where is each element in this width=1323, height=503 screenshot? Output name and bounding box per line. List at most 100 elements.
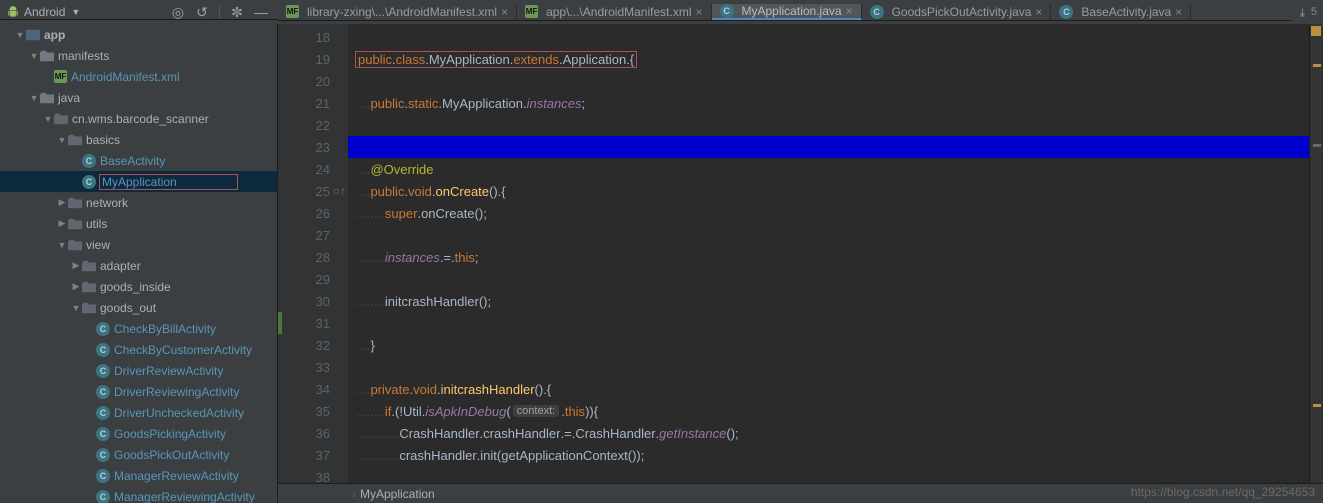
- line-number[interactable]: 35: [278, 400, 348, 422]
- breadcrumb-item[interactable]: MyApplication: [360, 487, 435, 501]
- code-line[interactable]: [348, 136, 1309, 158]
- code-line[interactable]: [348, 312, 1309, 334]
- tree-expand-icon[interactable]: ▶: [70, 281, 82, 292]
- tree-item[interactable]: CDriverUncheckedActivity: [0, 402, 277, 423]
- tree-expand-icon[interactable]: ▶: [70, 260, 82, 271]
- code-line[interactable]: ........instances.=.this;: [348, 246, 1309, 268]
- line-number[interactable]: 21: [278, 92, 348, 114]
- line-number[interactable]: 28: [278, 246, 348, 268]
- line-number[interactable]: 37: [278, 444, 348, 466]
- code-line[interactable]: [348, 466, 1309, 483]
- tree-item[interactable]: MFAndroidManifest.xml: [0, 66, 277, 87]
- editor-tab[interactable]: MFapp\...\AndroidManifest.xml×: [517, 4, 711, 20]
- editor-tab[interactable]: MFlibrary-zxing\...\AndroidManifest.xml×: [278, 4, 517, 20]
- warning-mark[interactable]: [1313, 64, 1321, 67]
- tree-item[interactable]: CBaseActivity: [0, 150, 277, 171]
- warning-mark[interactable]: [1313, 404, 1321, 407]
- line-number[interactable]: 26: [278, 202, 348, 224]
- tree-item[interactable]: ▼goods_out: [0, 297, 277, 318]
- collapse-icon[interactable]: —: [254, 5, 268, 19]
- tree-item[interactable]: CDriverReviewActivity: [0, 360, 277, 381]
- tree-expand-icon[interactable]: ▼: [28, 93, 40, 103]
- tree-item[interactable]: CManagerReviewingActivity: [0, 486, 277, 503]
- tree-expand-icon[interactable]: ▼: [70, 303, 82, 313]
- gear-icon[interactable]: ✼: [230, 5, 244, 19]
- tree-item[interactable]: ▼app: [0, 24, 277, 45]
- tree-item[interactable]: CGoodsPickingActivity: [0, 423, 277, 444]
- more-tabs-indicator[interactable]: ⇥ 5: [1292, 6, 1323, 19]
- code-line[interactable]: [348, 356, 1309, 378]
- tree-item[interactable]: CCheckByBillActivity: [0, 318, 277, 339]
- target-icon[interactable]: ◎: [171, 5, 185, 19]
- tree-item[interactable]: CGoodsPickOutActivity: [0, 444, 277, 465]
- code-line[interactable]: [348, 224, 1309, 246]
- tree-item[interactable]: ▶utils: [0, 213, 277, 234]
- code-line[interactable]: ............CrashHandler.crashHandler.=.…: [348, 422, 1309, 444]
- tree-item[interactable]: ▼cn.wms.barcode_scanner: [0, 108, 277, 129]
- tree-expand-icon[interactable]: ▶: [56, 197, 68, 208]
- line-number[interactable]: 29: [278, 268, 348, 290]
- line-number[interactable]: 20: [278, 70, 348, 92]
- line-number[interactable]: 32: [278, 334, 348, 356]
- code-line[interactable]: [348, 114, 1309, 136]
- close-tab-icon[interactable]: ×: [1175, 5, 1182, 19]
- line-number[interactable]: 34: [278, 378, 348, 400]
- line-number[interactable]: 23: [278, 136, 348, 158]
- tree-item[interactable]: CMyApplication: [0, 171, 277, 192]
- tree-item[interactable]: ▶goods_inside: [0, 276, 277, 297]
- tree-item[interactable]: CCheckByCustomerActivity: [0, 339, 277, 360]
- code-area[interactable]: public.class.MyApplication.extends.Appli…: [348, 24, 1309, 483]
- line-number[interactable]: 24: [278, 158, 348, 180]
- code-line[interactable]: ....}: [348, 334, 1309, 356]
- tree-item[interactable]: ▶network: [0, 192, 277, 213]
- tree-expand-icon[interactable]: ▼: [28, 51, 40, 61]
- tree-expand-icon[interactable]: ▼: [42, 114, 54, 124]
- line-number[interactable]: 30: [278, 290, 348, 312]
- tool-window-header[interactable]: Android ▼ ◎ ↺ ✼ —: [0, 5, 278, 20]
- code-editor[interactable]: 1819202122232425○↑2627282930313233343536…: [278, 24, 1323, 503]
- close-tab-icon[interactable]: ×: [501, 5, 508, 19]
- code-line[interactable]: ....@Override: [348, 158, 1309, 180]
- code-line[interactable]: ....public.static.MyApplication.instance…: [348, 92, 1309, 114]
- tree-item[interactable]: ▶adapter: [0, 255, 277, 276]
- close-tab-icon[interactable]: ×: [846, 4, 853, 18]
- tree-item[interactable]: ▼manifests: [0, 45, 277, 66]
- analysis-status-icon[interactable]: [1311, 26, 1321, 36]
- code-line[interactable]: [348, 70, 1309, 92]
- tree-expand-icon[interactable]: ▼: [56, 240, 68, 250]
- code-line[interactable]: ............crashHandler.init(getApplica…: [348, 444, 1309, 466]
- close-tab-icon[interactable]: ×: [1035, 5, 1042, 19]
- code-line[interactable]: ........if.(!Util.isApkInDebug(context:.…: [348, 400, 1309, 422]
- editor-tab[interactable]: CBaseActivity.java×: [1051, 4, 1191, 20]
- tree-item[interactable]: CDriverReviewingActivity: [0, 381, 277, 402]
- line-number[interactable]: 25○↑: [278, 180, 348, 202]
- code-line[interactable]: ....public.void.onCreate().{: [348, 180, 1309, 202]
- editor-tab[interactable]: CGoodsPickOutActivity.java×: [862, 4, 1052, 20]
- error-stripe[interactable]: [1309, 24, 1323, 483]
- line-number[interactable]: 19: [278, 48, 348, 70]
- line-number[interactable]: 27: [278, 224, 348, 246]
- code-line[interactable]: [348, 268, 1309, 290]
- line-number[interactable]: 36: [278, 422, 348, 444]
- code-line[interactable]: ........initcrashHandler();: [348, 290, 1309, 312]
- tree-expand-icon[interactable]: ▶: [56, 218, 68, 229]
- code-line[interactable]: ........super.onCreate();: [348, 202, 1309, 224]
- line-number[interactable]: 33: [278, 356, 348, 378]
- line-number[interactable]: 22: [278, 114, 348, 136]
- tree-expand-icon[interactable]: ▼: [14, 30, 26, 40]
- code-line[interactable]: [348, 26, 1309, 48]
- line-number[interactable]: 18: [278, 26, 348, 48]
- refresh-icon[interactable]: ↺: [195, 5, 209, 19]
- line-number[interactable]: 38: [278, 466, 348, 483]
- code-line[interactable]: ....private.void.initcrashHandler().{: [348, 378, 1309, 400]
- code-line[interactable]: public.class.MyApplication.extends.Appli…: [348, 48, 1309, 70]
- tree-expand-icon[interactable]: ▼: [56, 135, 68, 145]
- line-gutter[interactable]: 1819202122232425○↑2627282930313233343536…: [278, 24, 348, 483]
- line-number[interactable]: 31: [278, 312, 348, 334]
- override-marker-icon[interactable]: ○↑: [333, 184, 346, 198]
- tree-item[interactable]: CManagerReviewActivity: [0, 465, 277, 486]
- close-tab-icon[interactable]: ×: [695, 5, 702, 19]
- tree-item[interactable]: ▼java: [0, 87, 277, 108]
- tree-item[interactable]: ▼basics: [0, 129, 277, 150]
- editor-tab[interactable]: CMyApplication.java×: [712, 4, 862, 20]
